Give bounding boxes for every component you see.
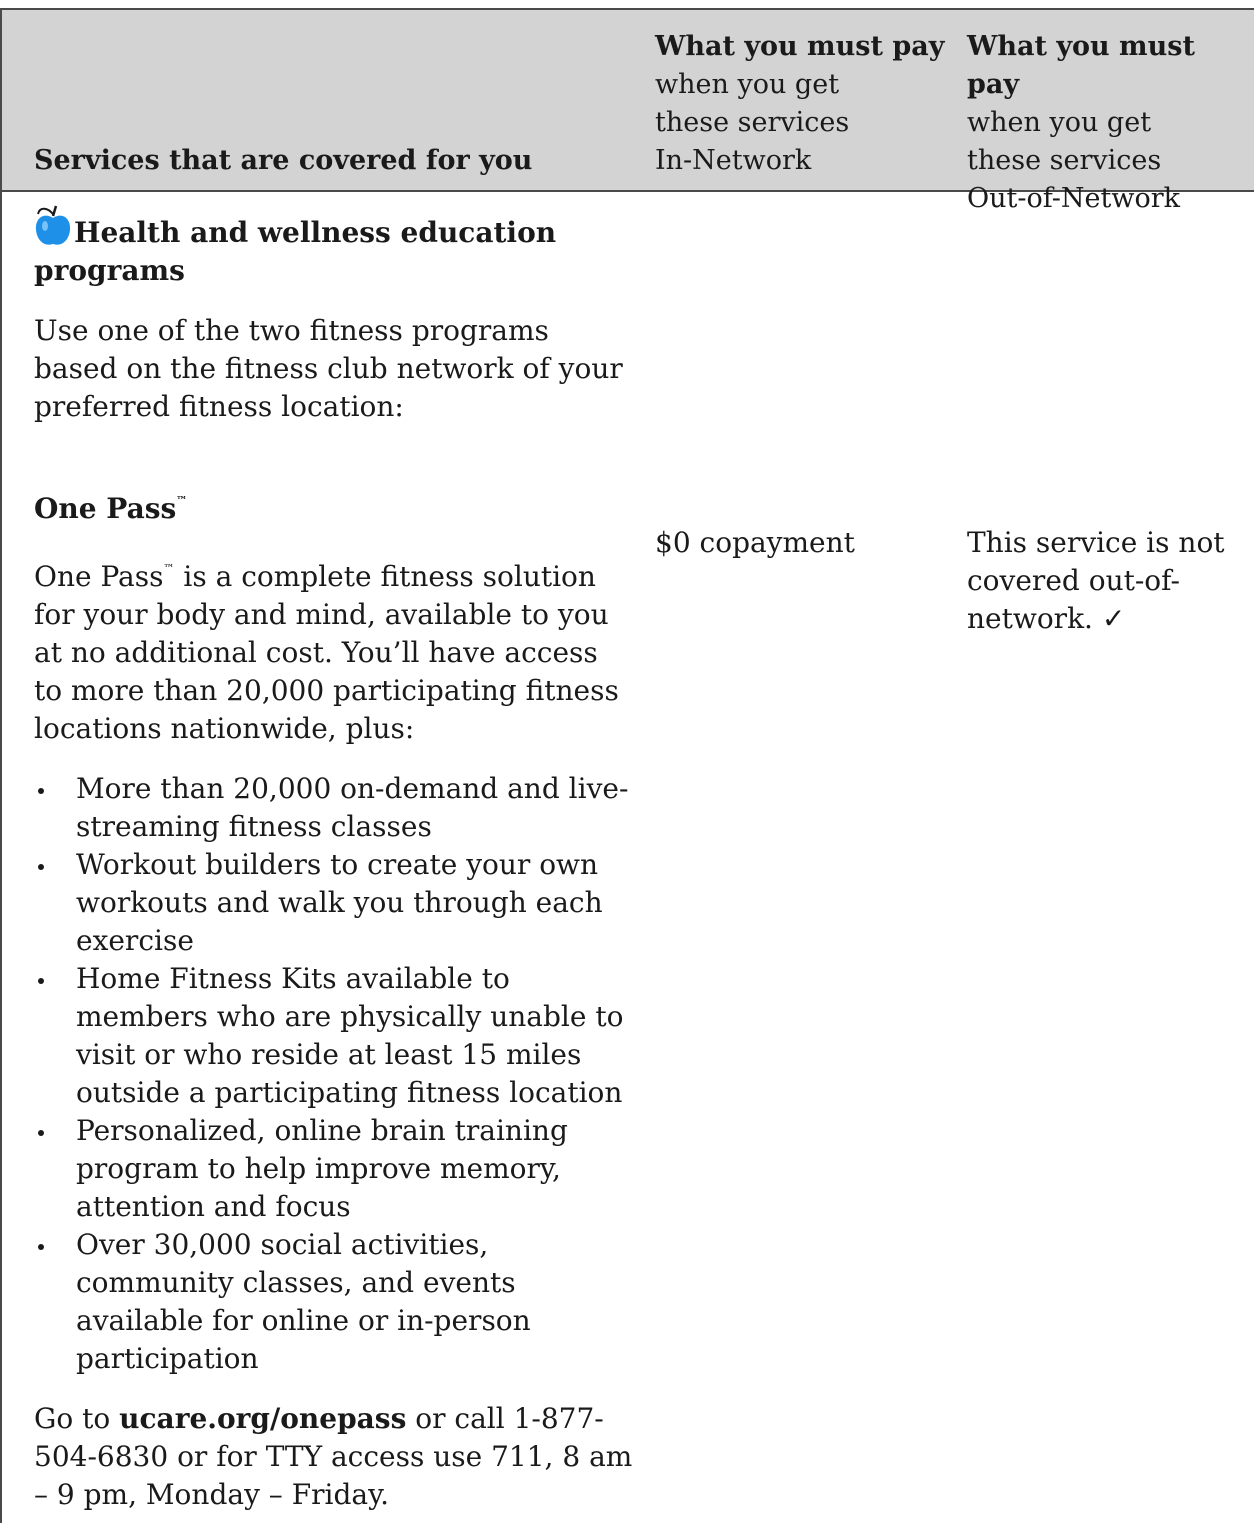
- header-in-network-line3: these services: [655, 107, 850, 138]
- section-heading: Health and wellness education programs: [34, 200, 634, 290]
- list-item: Workout builders to create your own work…: [34, 846, 634, 960]
- out-network-cost: This service is not covered out-of-netwo…: [967, 526, 1225, 635]
- contact-pre: Go to: [34, 1402, 120, 1435]
- header-services: Services that are covered for you: [34, 145, 533, 176]
- contact-info: Go to ucare.org/onepass or call 1-877-50…: [34, 1400, 634, 1514]
- section-title: Health and wellness education programs: [34, 216, 557, 287]
- list-item: Over 30,000 social activities, community…: [34, 1226, 634, 1378]
- benefits-table: Services that are covered for you What y…: [0, 8, 1254, 1523]
- program-desc-name: One Pass: [34, 560, 164, 593]
- list-item: Home Fitness Kits available to members w…: [34, 960, 634, 1112]
- in-network-cost: $0 copayment: [655, 526, 855, 559]
- header-out-network-line2: when you get: [967, 107, 1152, 138]
- header-out-network-line4: Out-of-Network: [967, 183, 1180, 214]
- header-in-network-line2: when you get: [655, 69, 840, 100]
- header-in-network-line4: In-Network: [655, 145, 812, 176]
- section-intro: Use one of the two fitness programs base…: [34, 314, 623, 423]
- program-title: One Pass™: [34, 482, 634, 528]
- header-out-network: What you must pay when you get these ser…: [967, 28, 1254, 218]
- list-item: More than 20,000 on-demand and live-stre…: [34, 770, 634, 846]
- header-out-network-line3: these services: [967, 145, 1162, 176]
- onepass-link[interactable]: ucare.org/onepass: [119, 1402, 406, 1435]
- header-out-network-title: What you must pay: [967, 31, 1195, 100]
- services-cell: Health and wellness education programs U…: [34, 200, 634, 1514]
- trademark-mark: ™: [176, 494, 188, 507]
- header-in-network-title: What you must pay: [655, 31, 945, 62]
- apple-icon: [34, 200, 72, 248]
- trademark-mark-desc: ™: [163, 562, 175, 575]
- benefit-list: More than 20,000 on-demand and live-stre…: [34, 770, 634, 1378]
- list-item: Personalized, online brain training prog…: [34, 1112, 634, 1226]
- program-name: One Pass: [34, 492, 177, 525]
- table-header: Services that are covered for you What y…: [2, 8, 1254, 214]
- program-description: One Pass™ is a complete fitness solution…: [34, 550, 634, 748]
- header-in-network: What you must pay when you get these ser…: [655, 28, 945, 180]
